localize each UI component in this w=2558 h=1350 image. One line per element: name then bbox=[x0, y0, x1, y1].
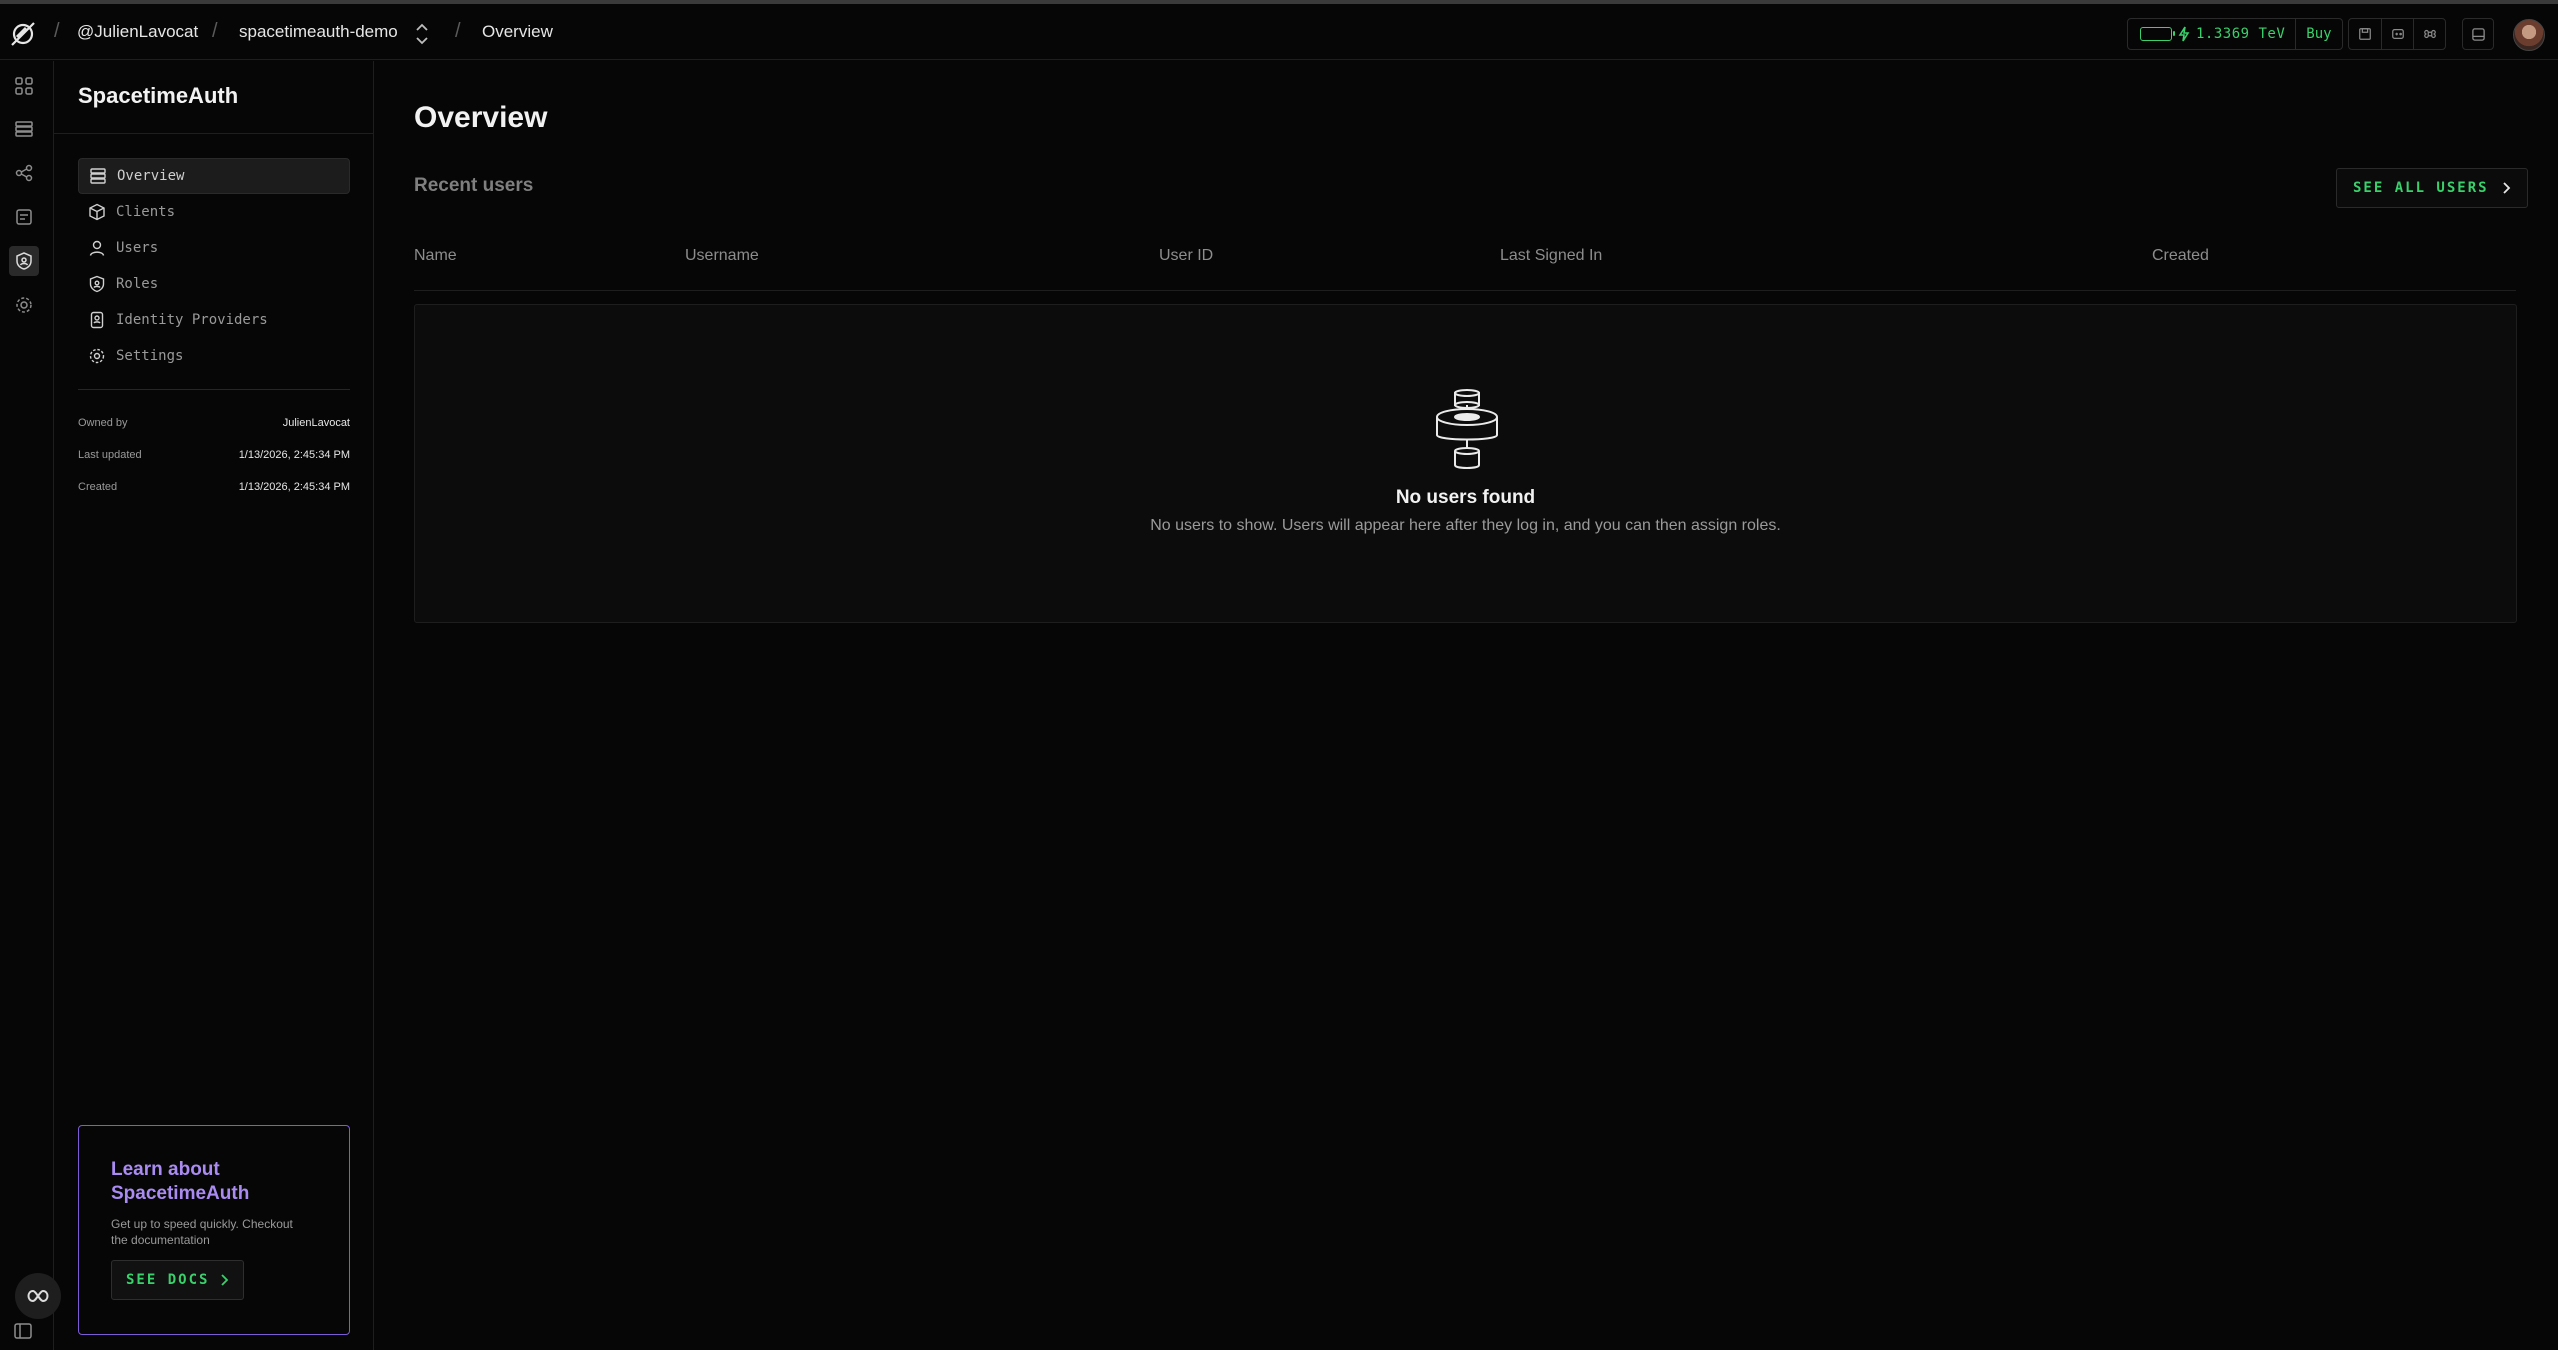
empty-database-icon bbox=[1435, 389, 1499, 473]
sidebar-item-roles[interactable]: Roles bbox=[78, 266, 350, 302]
sidebar-item-label: Overview bbox=[117, 168, 185, 184]
breadcrumb-page: Overview bbox=[482, 22, 553, 41]
meta-label: Created bbox=[78, 481, 118, 493]
sidebar-nav: Overview Clients Users Roles Identity Pr… bbox=[78, 158, 350, 374]
meta-value: 1/13/2026, 2:45:34 PM bbox=[238, 481, 350, 493]
see-all-users-label: SEE ALL USERS bbox=[2353, 180, 2489, 196]
sidebar-title: SpacetimeAuth bbox=[78, 83, 239, 108]
settings-icon[interactable] bbox=[9, 290, 39, 320]
meta-value: 1/13/2026, 2:45:34 PM bbox=[238, 449, 350, 461]
bolt-icon bbox=[2178, 26, 2190, 42]
empty-state-message: No users to show. Users will appear here… bbox=[1150, 517, 1781, 534]
chevron-right-icon bbox=[2501, 181, 2511, 195]
icon-rail bbox=[0, 61, 61, 1350]
energy-value: 1.3369 TeV bbox=[2196, 26, 2286, 42]
column-header-created[interactable]: Created bbox=[2152, 247, 2209, 265]
divider bbox=[54, 133, 374, 134]
gear-icon bbox=[88, 347, 106, 365]
nodes-icon[interactable] bbox=[9, 158, 39, 188]
see-docs-label: SEE DOCS bbox=[126, 1272, 210, 1288]
sidebar-item-settings[interactable]: Settings bbox=[78, 338, 350, 374]
column-header-username[interactable]: Username bbox=[685, 247, 759, 265]
see-docs-button[interactable]: SEE DOCS bbox=[111, 1260, 245, 1300]
section-title: Recent users bbox=[414, 175, 534, 196]
sidebar-item-clients[interactable]: Clients bbox=[78, 194, 350, 230]
top-bar: / @JulienLavocat / spacetimeauth-demo / … bbox=[0, 4, 2558, 60]
breadcrumb-owner[interactable]: @JulienLavocat bbox=[77, 22, 198, 42]
battery-icon bbox=[2140, 27, 2175, 41]
column-header-last-signed-in[interactable]: Last Signed In bbox=[1500, 247, 1602, 265]
meta-created: Created 1/13/2026, 2:45:34 PM bbox=[78, 481, 350, 493]
empty-state-title: No users found bbox=[1395, 487, 1536, 508]
panel-toggle-icon[interactable] bbox=[2462, 18, 2494, 50]
sidebar-item-label: Settings bbox=[116, 348, 184, 364]
column-header-user-id[interactable]: User ID bbox=[1159, 247, 1213, 265]
divider bbox=[78, 389, 350, 390]
database-icon[interactable] bbox=[9, 114, 39, 144]
chevron-right-icon bbox=[219, 1273, 229, 1287]
shield-user-icon bbox=[88, 275, 106, 293]
meta-value: JulienLavocat bbox=[282, 417, 350, 429]
sidebar-item-label: Identity Providers bbox=[116, 312, 268, 328]
energy-balance: 1.3369 TeV Buy bbox=[2127, 18, 2343, 50]
id-card-icon bbox=[88, 311, 106, 329]
gamepad-icon[interactable] bbox=[2381, 19, 2413, 49]
spacetime-logo-icon[interactable] bbox=[9, 20, 37, 48]
sidebar-item-label: Clients bbox=[116, 204, 176, 220]
module-sidebar: SpacetimeAuth Overview Clients Users Rol… bbox=[54, 61, 374, 1350]
sidebar-collapse-icon[interactable] bbox=[13, 1321, 35, 1343]
sidebar-item-overview[interactable]: Overview bbox=[78, 158, 350, 194]
learn-card-description: Get up to speed quickly. Checkout the do… bbox=[111, 1217, 293, 1247]
sidebar-item-label: Roles bbox=[116, 276, 159, 292]
page-title: Overview bbox=[414, 101, 548, 134]
breadcrumb-separator: / bbox=[455, 20, 461, 42]
stack-icon bbox=[89, 167, 107, 185]
column-header-name[interactable]: Name bbox=[414, 247, 457, 265]
see-all-users-button[interactable]: SEE ALL USERS bbox=[2336, 168, 2528, 208]
users-table-header: Name Username User ID Last Signed In Cre… bbox=[414, 237, 2516, 291]
meta-label: Owned by bbox=[78, 417, 128, 429]
learn-card-title: Learn about SpacetimeAuth bbox=[111, 1159, 250, 1204]
learn-card: Learn about SpacetimeAuth Get up to spee… bbox=[78, 1125, 350, 1335]
toolbar-icon-group bbox=[2348, 18, 2446, 50]
user-avatar[interactable] bbox=[2513, 19, 2545, 51]
cube-icon bbox=[88, 203, 106, 221]
grid-icon[interactable] bbox=[9, 71, 39, 101]
breadcrumb-separator: / bbox=[54, 20, 60, 42]
breadcrumb-project[interactable]: spacetimeauth-demo bbox=[239, 22, 398, 42]
auth-shield-icon[interactable] bbox=[9, 246, 39, 276]
main-content: Overview Recent users SEE ALL USERS Name… bbox=[374, 61, 2558, 1350]
logs-icon[interactable] bbox=[9, 202, 39, 232]
sidebar-item-users[interactable]: Users bbox=[78, 230, 350, 266]
sidebar-item-label: Users bbox=[116, 240, 159, 256]
breadcrumb-separator: / bbox=[212, 20, 218, 42]
meta-last-updated: Last updated 1/13/2026, 2:45:34 PM bbox=[78, 449, 350, 461]
meta-owned-by: Owned by JulienLavocat bbox=[78, 417, 350, 429]
chevron-up-down-icon[interactable] bbox=[414, 21, 430, 47]
buy-energy-button[interactable]: Buy bbox=[2295, 19, 2341, 49]
meta-label: Last updated bbox=[78, 449, 142, 461]
user-icon bbox=[88, 239, 106, 257]
sidebar-item-identity-providers[interactable]: Identity Providers bbox=[78, 302, 350, 338]
empty-state: No users found No users to show. Users w… bbox=[414, 304, 2517, 623]
save-icon[interactable] bbox=[2349, 19, 2381, 49]
command-icon[interactable] bbox=[2413, 19, 2445, 49]
